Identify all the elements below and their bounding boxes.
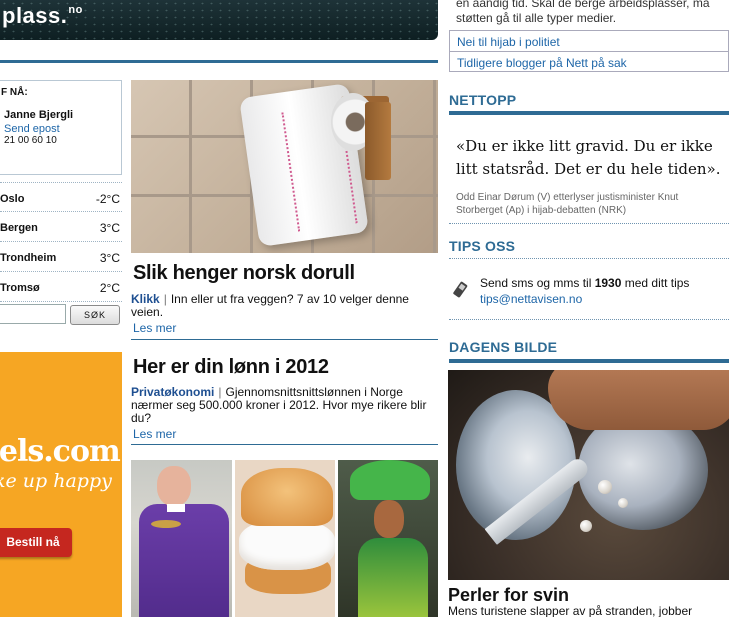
section-divider xyxy=(449,319,729,320)
photo-caption-text: Mens turistene slapper av på stranden, j… xyxy=(448,604,693,617)
weather-list: Oslo -2°C Bergen 3°C Trondheim 3°C Troms… xyxy=(0,182,122,302)
send-email-link[interactable]: Send epost xyxy=(4,123,60,135)
quote-text: «Du er ikke litt gravid. Du er ikke litt… xyxy=(456,137,721,178)
tips-text: Send sms og mms til 1930 med ditt tips t… xyxy=(480,276,690,306)
weather-row[interactable]: Trondheim 3°C xyxy=(0,242,122,272)
hotel-ad[interactable]: tels.com ke up happy Bestill nå xyxy=(0,352,122,617)
article-title[interactable]: Slik henger norsk dorull xyxy=(133,262,355,285)
weather-temp: 2°C xyxy=(99,281,120,295)
weather-row[interactable]: Oslo -2°C xyxy=(0,182,122,212)
previous-article-text: en aandig tid. Skal de berge arbeidsplas… xyxy=(456,0,710,25)
read-more-link[interactable]: Les mer xyxy=(133,321,176,335)
mobile-phone-icon xyxy=(453,281,468,298)
article-lead: Klikk | Inn eller ut fra veggen? 7 av 10 v… xyxy=(131,292,409,319)
related-link[interactable]: Nei til hijab i politiet xyxy=(457,35,560,49)
cream-bun-photo[interactable] xyxy=(235,460,335,617)
ad-tagline: ke up happy xyxy=(0,470,112,492)
article-category[interactable]: Klikk xyxy=(131,292,160,306)
article-category[interactable]: Privatøkonomi xyxy=(131,385,214,399)
article-divider xyxy=(131,444,438,445)
toilet-roll-photo[interactable] xyxy=(131,80,438,253)
weather-row[interactable]: Bergen 3°C xyxy=(0,212,122,242)
read-more-link[interactable]: Les mer xyxy=(133,427,176,441)
ad-logo: tels.com xyxy=(0,434,121,469)
section-rule xyxy=(449,359,729,363)
contact-title: F NÅ: xyxy=(1,87,28,98)
photo-caption-title[interactable]: Perler for svin xyxy=(448,585,569,606)
oyster-pearl-photo[interactable] xyxy=(448,370,729,580)
roll-holder xyxy=(365,102,391,180)
weather-temp: -2°C xyxy=(95,192,120,206)
carnival-photo[interactable] xyxy=(338,460,438,617)
section-rule xyxy=(0,60,438,63)
weather-row[interactable]: Tromsø 2°C xyxy=(0,272,122,302)
article-lead: Privatøkonomi | Gjennomsnittsnittslønnen i… xyxy=(131,385,427,425)
contact-phone: 21 00 60 10 xyxy=(4,135,57,146)
weather-city: Tromsø xyxy=(0,282,40,294)
tips-email-link[interactable]: tips@nettavisen.no xyxy=(480,292,582,306)
weather-city: Oslo xyxy=(0,193,25,205)
top-banner-ad[interactable]: plass.no xyxy=(0,0,438,40)
weather-temp: 3°C xyxy=(99,221,120,235)
section-title-nettopp: NETTOPP xyxy=(449,92,517,108)
weather-search-input[interactable] xyxy=(0,304,66,324)
weather-city: Trondheim xyxy=(0,252,57,264)
weather-city: Bergen xyxy=(0,222,38,234)
section-divider xyxy=(449,223,729,224)
search-button[interactable]: SØK xyxy=(70,305,120,325)
banner-logo: plass.no xyxy=(2,3,83,28)
related-link[interactable]: Tidligere blogger på Nett på sak xyxy=(457,56,627,70)
quote-source: Odd Einar Dørum (V) etterlyser justismin… xyxy=(456,192,679,216)
tips-number: 1930 xyxy=(594,276,622,290)
related-links: Nei til hijab i politiet Tidligere blogg… xyxy=(449,30,729,72)
book-now-button[interactable]: Bestill nå xyxy=(0,528,72,557)
priest-photo[interactable] xyxy=(131,460,232,617)
article-title[interactable]: Her er din lønn i 2012 xyxy=(133,356,329,379)
weather-temp: 3°C xyxy=(99,251,120,265)
section-divider xyxy=(449,258,729,259)
section-title-tips: TIPS OSS xyxy=(449,238,516,254)
section-title-dagens-bilde: DAGENS BILDE xyxy=(449,339,558,355)
contact-box: F NÅ: Janne Bjergli Send epost 21 00 60 … xyxy=(0,80,122,175)
article-divider xyxy=(131,339,438,340)
contact-name: Janne Bjergli xyxy=(4,109,74,121)
section-rule xyxy=(449,111,729,115)
